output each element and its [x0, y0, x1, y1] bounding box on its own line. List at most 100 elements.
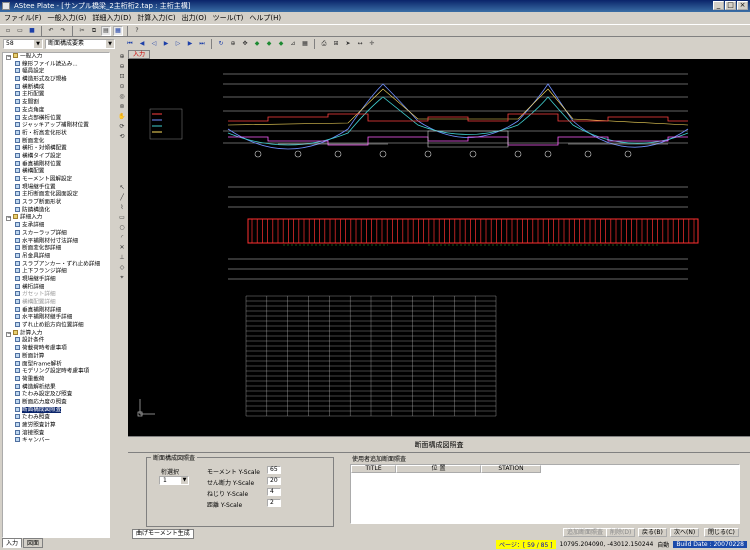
menu-file[interactable]: ファイル(F) [4, 13, 42, 23]
last-page-icon[interactable]: ⏭ [197, 39, 207, 49]
tree-item[interactable]: 水平補剛材付寸法詳細 [3, 237, 109, 246]
tree-item[interactable]: 主桁断面変化図面設定 [3, 191, 109, 199]
step-back-icon[interactable]: ◁ [149, 39, 159, 49]
prev-page-icon[interactable]: ◀ [137, 39, 147, 49]
tree-item[interactable]: ジャッキアップ補剛材位置 [3, 122, 109, 130]
torsion-scale-input[interactable]: 4 [267, 488, 281, 496]
page-select[interactable]: 58 ▼ [3, 38, 43, 49]
tree-item[interactable]: ずれ止め鉛方向位置詳細 [3, 322, 109, 330]
circle-icon[interactable]: ○ [118, 223, 127, 232]
redraw-icon[interactable]: ⟳ [118, 122, 127, 131]
tree-folder[interactable]: − 計算入力 [3, 329, 109, 338]
tree-item[interactable]: 断面変化部詳細 [3, 245, 109, 253]
layer-icon[interactable]: ◆ [252, 39, 262, 49]
zoom-extents-icon[interactable]: ⊙ [118, 82, 127, 91]
snap-icon[interactable]: ◇ [118, 263, 127, 272]
tree-item[interactable]: 面型Frame解析 [3, 360, 109, 369]
tree-item[interactable]: 主桁配置 [3, 91, 109, 99]
next-page-icon[interactable]: ▶ [185, 39, 195, 49]
next-button[interactable]: 次へ(N) [670, 528, 700, 537]
pan-icon[interactable]: ✥ [240, 39, 250, 49]
expand-icon[interactable]: − [6, 331, 11, 337]
tree-folder[interactable]: − 一般入力 [3, 53, 109, 61]
tree-item[interactable]: 現場継手位置 [3, 183, 109, 192]
line-icon[interactable]: ╱ [118, 193, 127, 202]
erase-icon[interactable]: ✕ [118, 243, 127, 252]
add-section-button[interactable]: 追加断面照査 [563, 528, 608, 537]
tree-item[interactable]: 荷載荷時考慮事項 [3, 345, 109, 353]
tree-folder[interactable]: − 詳細入力 [3, 214, 109, 222]
undo-icon[interactable]: ↶ [46, 26, 56, 36]
grid-toggle-icon[interactable]: ▦ [113, 25, 123, 36]
tree-item[interactable]: 構造形式及び規格 [3, 76, 109, 84]
tree-item[interactable]: たわみ照査 [3, 414, 109, 422]
tree-item[interactable]: 横構配置 [3, 168, 109, 176]
tree-item[interactable]: 桁・桁高変化形状 [3, 129, 109, 138]
tree-item[interactable]: 支点部横桁位置 [3, 114, 109, 123]
maximize-icon[interactable]: □ [725, 1, 736, 10]
cross-icon[interactable]: ✛ [367, 39, 377, 49]
girder-select[interactable]: 1 ▼ [159, 476, 189, 485]
column-header-title[interactable]: TITLE [351, 465, 396, 473]
tree-item[interactable]: 幅員設定 [3, 68, 109, 76]
drawing-canvas[interactable] [128, 59, 750, 436]
tree-item[interactable]: 支承詳細 [3, 222, 109, 230]
tree-item[interactable]: キャンバー [3, 437, 109, 445]
tree-item[interactable]: 支点角度 [3, 106, 109, 115]
tree-item[interactable]: 吊金具詳細 [3, 252, 109, 261]
zoom-out-icon[interactable]: ⊖ [118, 62, 127, 71]
tree-item[interactable]: 支間割 [3, 99, 109, 107]
step-forward-icon[interactable]: ▷ [173, 39, 183, 49]
dimension-icon[interactable]: ⊥ [118, 253, 127, 262]
select-icon[interactable]: ↖ [118, 183, 127, 192]
tree-item[interactable]: 断面応力度の照査 [3, 398, 109, 407]
grid-icon[interactable]: ▦ [300, 39, 310, 49]
tree-item[interactable]: 荷重載荷 [3, 375, 109, 384]
zoom-in-icon[interactable]: ⊕ [118, 52, 127, 61]
tree-item[interactable]: 溶接照査 [3, 429, 109, 438]
tree-item[interactable]: スカーラップ詳細 [3, 229, 109, 238]
tab-moment-generation[interactable]: 曲げモーメント生成 [132, 529, 194, 539]
polyline-icon[interactable]: ⌇ [118, 203, 127, 212]
text-icon[interactable]: ⌖ [118, 273, 127, 282]
menu-detail-input[interactable]: 詳細入力(D) [92, 13, 131, 23]
tree-item[interactable]: 防錆構造化 [3, 206, 109, 215]
tree-item[interactable]: 構造解析結果 [3, 383, 109, 392]
delete-button[interactable]: 削除(D) [606, 528, 636, 537]
refresh-icon[interactable]: ↻ [216, 39, 226, 49]
tree-item[interactable]: 断面計算 [3, 352, 109, 361]
rectangle-icon[interactable]: ▭ [118, 213, 127, 222]
pan-icon[interactable]: ✋ [118, 112, 127, 121]
print-icon[interactable]: ⎙ [319, 39, 329, 49]
tree-item[interactable]: 水平補剛材継手詳細 [3, 314, 109, 322]
save-icon[interactable]: ■ [27, 26, 37, 36]
menu-tools[interactable]: ツール(T) [213, 13, 244, 23]
tree-item[interactable]: 疲労照査計算 [3, 422, 109, 430]
zoom-window-icon[interactable]: ⊡ [118, 72, 127, 81]
menu-output[interactable]: 出力(O) [182, 13, 207, 23]
layer-icon[interactable]: ◆ [264, 39, 274, 49]
tree-item[interactable]: ガセット詳細 [3, 291, 109, 299]
tree-item[interactable]: スラブアンカー・ずれ止め詳細 [3, 260, 109, 269]
tree-item[interactable]: 断面構成図照査 [3, 406, 109, 415]
shear-scale-input[interactable]: 20 [267, 477, 281, 485]
tree-item[interactable]: 横桁詳細 [3, 283, 109, 292]
redo-icon[interactable]: ↷ [58, 26, 68, 36]
drawing-tab-input[interactable]: 入力 [128, 50, 151, 59]
menu-help[interactable]: ヘルプ(H) [249, 13, 281, 23]
moment-scale-input[interactable]: 65 [267, 466, 281, 474]
arrow-icon[interactable]: ➤ [343, 39, 353, 49]
tree-item[interactable]: 横構配置詳細 [3, 299, 109, 307]
help-icon[interactable]: ? [132, 26, 142, 36]
scope-select[interactable]: 断面構成要素 ▼ [45, 38, 115, 49]
rotate-icon[interactable]: ⟲ [118, 132, 127, 141]
tree-item[interactable]: 垂直補剛材位置 [3, 160, 109, 169]
tree-item[interactable]: 横桁・対傾構配置 [3, 145, 109, 153]
close-icon[interactable]: × [737, 1, 748, 10]
layer-icon[interactable]: ◆ [276, 39, 286, 49]
menu-calc-input[interactable]: 計算入力(C) [137, 13, 175, 23]
cut-icon[interactable]: ✂ [77, 26, 87, 36]
expand-icon[interactable]: − [6, 216, 11, 222]
tree-item[interactable]: 上下フランジ詳細 [3, 268, 109, 276]
zoom-realtime-icon[interactable]: ⊚ [118, 102, 127, 111]
